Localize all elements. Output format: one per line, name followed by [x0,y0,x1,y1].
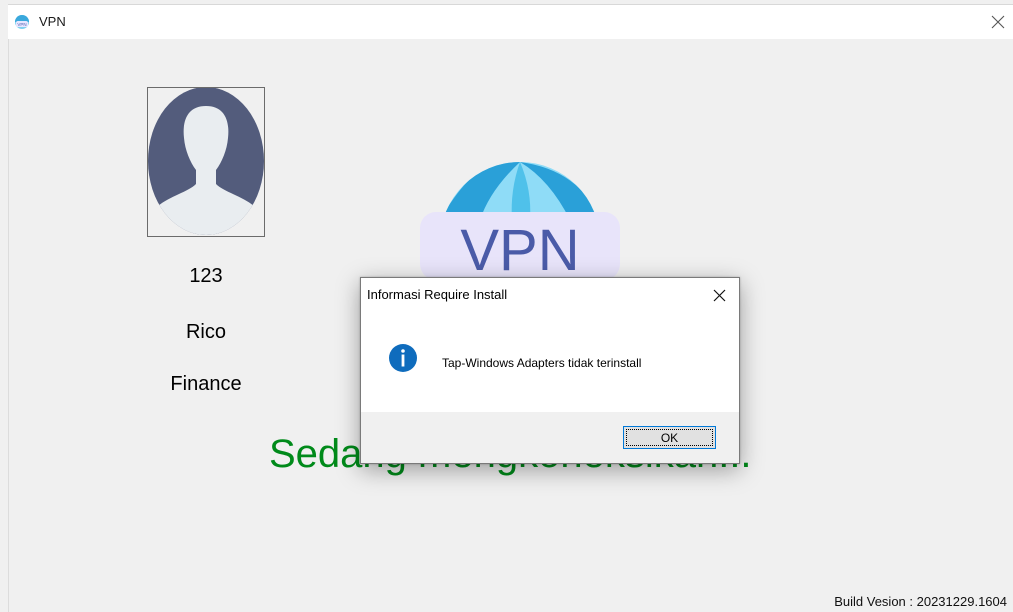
ok-button-label: OK [626,429,713,446]
info-dialog: Informasi Require Install Tap-Windows Ad… [360,277,740,464]
user-silhouette-icon [148,87,264,235]
window-title: VPN [39,14,66,29]
vpn-app-window: VPN VPN 123 Rico Finance VPN Sedang Buil… [0,0,1013,612]
window-close-button[interactable] [983,5,1013,39]
user-id: 123 [189,265,223,287]
dialog-title: Informasi Require Install [367,287,508,302]
logo-text: VPN [460,218,579,280]
title-bar[interactable]: VPN VPN [8,4,1013,39]
close-icon [991,15,1005,29]
vpn-globe-icon: VPN [15,15,29,29]
svg-text:VPN: VPN [17,22,26,27]
user-department: Finance [170,373,242,395]
ok-button[interactable]: OK [623,426,716,449]
dialog-footer: OK [361,412,739,463]
dialog-message: Tap-Windows Adapters tidak terinstall [442,356,642,370]
window-border [8,4,9,612]
dialog-close-button[interactable] [705,282,735,308]
build-version: Build Vesion : 20231229.1604 [834,594,1007,609]
avatar [147,87,265,237]
user-name: Rico [185,321,226,343]
close-icon [713,289,726,302]
vpn-logo-icon: VPN [420,162,620,280]
info-icon [389,344,417,372]
